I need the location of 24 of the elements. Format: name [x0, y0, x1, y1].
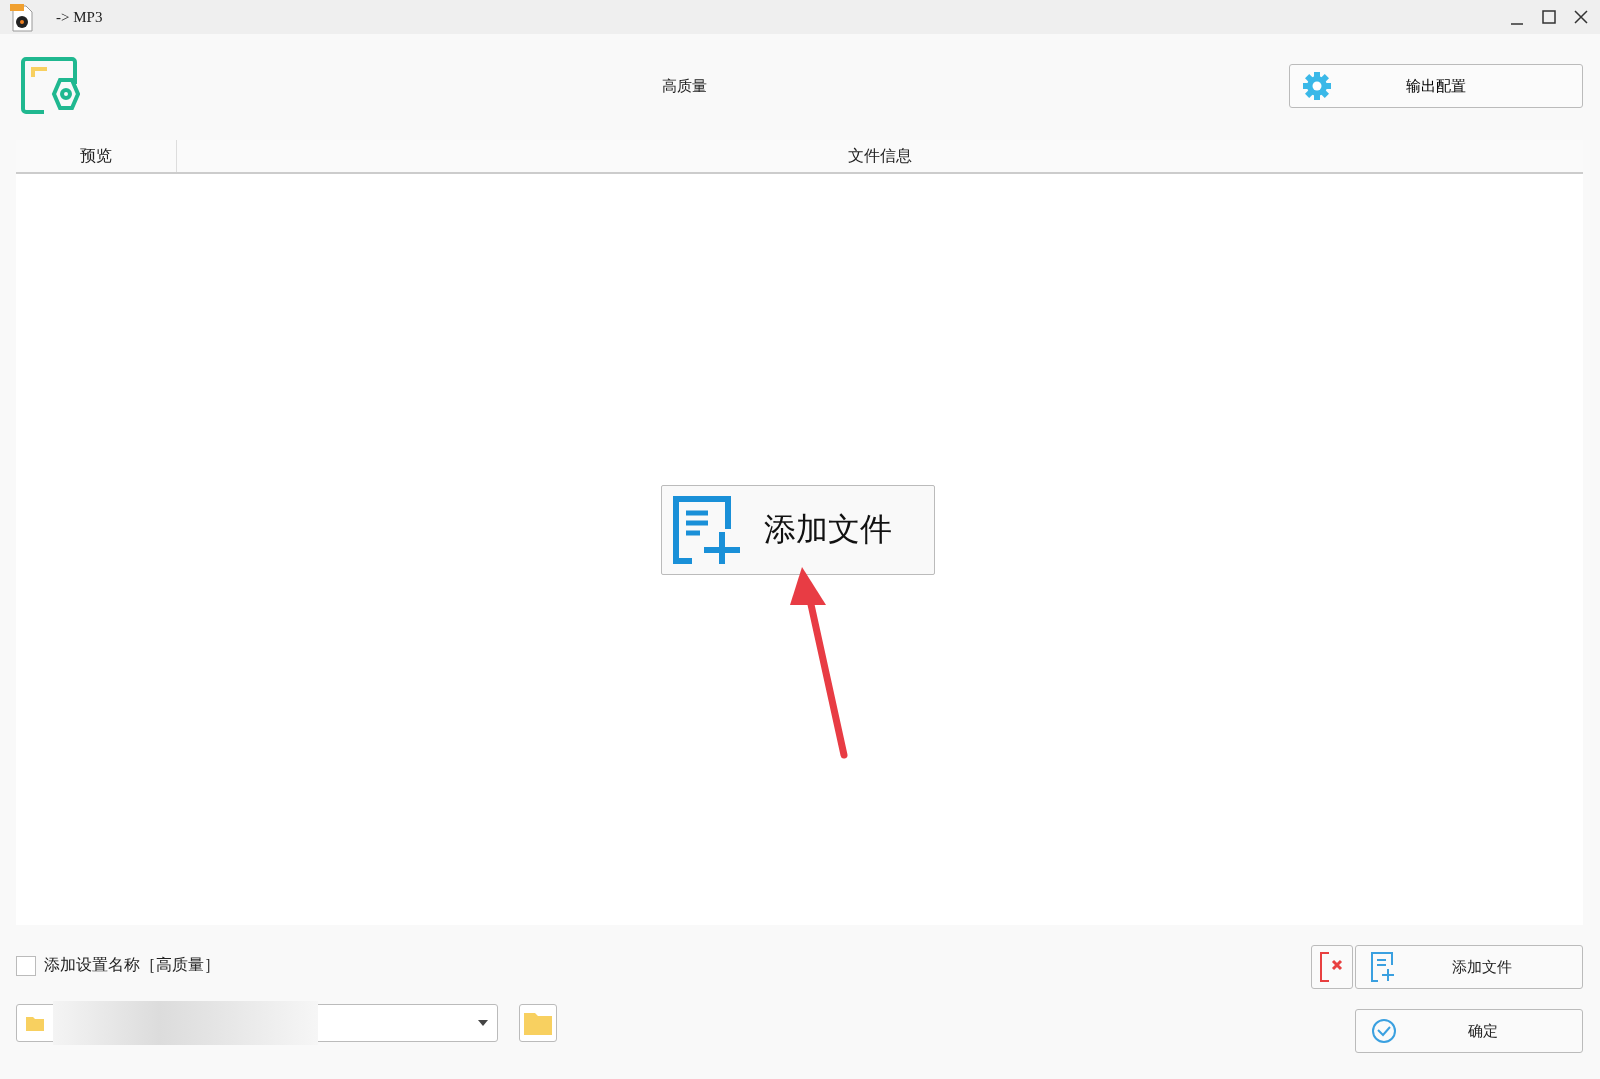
check-circle-icon — [1370, 1017, 1398, 1045]
column-header: 预览 — [16, 140, 177, 172]
add-document-icon — [672, 494, 742, 565]
add-files-button[interactable]: 添加文件 — [1355, 945, 1583, 989]
checkbox-label: 添加设置名称［高质量］ — [44, 955, 220, 976]
minimize-icon — [1511, 23, 1523, 25]
maximize-icon — [1541, 9, 1557, 25]
folder-icon — [523, 1010, 553, 1036]
close-icon — [1573, 9, 1589, 25]
add-document-icon — [1370, 951, 1396, 983]
logo-icon — [20, 56, 80, 116]
clear-list-button[interactable] — [1311, 945, 1353, 989]
output-settings-button[interactable]: 输出配置 — [1289, 64, 1583, 108]
folder-icon — [25, 1014, 45, 1032]
window-title: -> MP3 — [56, 8, 103, 26]
app-icon — [8, 2, 36, 32]
confirm-button[interactable]: 确定 — [1355, 1009, 1583, 1053]
checkbox[interactable] — [16, 955, 36, 976]
column-header: 文件信息 — [847, 144, 913, 167]
caret-icon — [477, 1019, 489, 1027]
preset-label: 高质量 — [661, 76, 708, 96]
remove-document-icon — [1319, 951, 1345, 983]
settings-icon — [1302, 71, 1332, 101]
add-file-button[interactable]: 添加文件 — [661, 484, 935, 575]
